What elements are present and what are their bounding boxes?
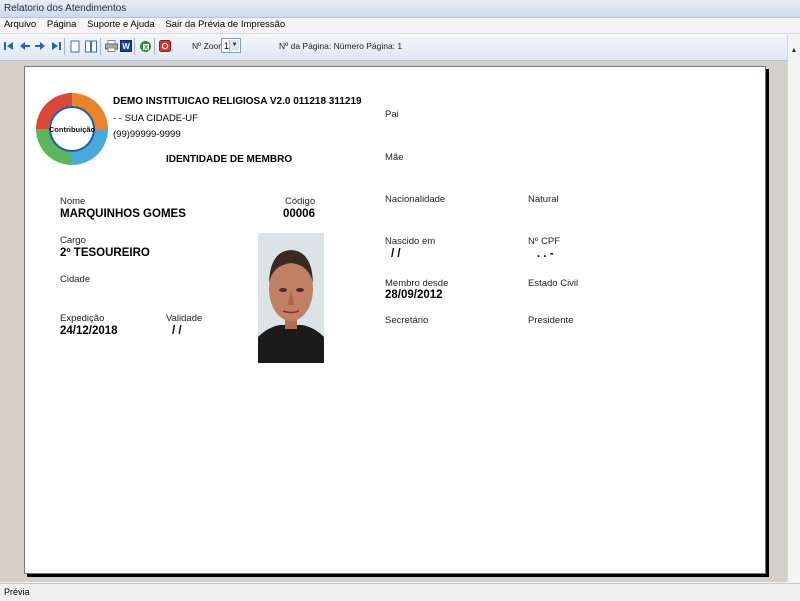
cargo-label: Cargo	[60, 235, 86, 246]
menu-bar: Arquivo Página Suporte e Ajuda Sair da P…	[0, 18, 800, 34]
pdf-export-icon[interactable]	[158, 39, 172, 53]
menu-pagina[interactable]: Página	[43, 18, 81, 32]
window-title: Relatorio dos Atendimentos	[0, 0, 800, 18]
expedicao-label: Expedição	[60, 313, 105, 324]
estado-civil-label: Estado Civil	[528, 278, 579, 289]
logo-text: Contribuição	[49, 125, 96, 134]
presidente-label: Presidente	[528, 315, 574, 326]
membro-desde-value: 28/09/2012	[385, 289, 443, 301]
prev-page-icon[interactable]	[18, 39, 32, 53]
page-info: Nº da Página: Número Página: 1	[279, 41, 403, 51]
chevron-down-icon[interactable]: ▼	[229, 40, 239, 51]
next-page-icon[interactable]	[33, 39, 47, 53]
codigo-value: 00006	[283, 208, 315, 220]
codigo-label: Código	[285, 196, 316, 207]
cpf-value: . . -	[537, 248, 554, 260]
toolbar: W X Nº Zoom 1 ▼ Nº da Página: Número Pág…	[0, 34, 800, 61]
excel-export-icon[interactable]: X	[138, 39, 152, 53]
validade-value: / /	[172, 325, 182, 337]
nacionalidade-label: Nacionalidade	[385, 194, 446, 205]
expedicao-value: 24/12/2018	[60, 325, 118, 337]
cidade-label: Cidade	[60, 274, 91, 285]
scroll-up-icon[interactable]: ▲	[789, 45, 799, 57]
nascido-value: / /	[391, 248, 401, 260]
svg-text:X: X	[143, 45, 147, 51]
menu-arquivo[interactable]: Arquivo	[0, 18, 40, 32]
pai-label: Pai	[385, 109, 399, 120]
nome-label: Nome	[60, 196, 86, 207]
word-export-icon[interactable]: W	[119, 39, 133, 53]
nascido-label: Nascido em	[385, 236, 436, 247]
natural-label: Natural	[528, 194, 559, 205]
menu-suporte[interactable]: Suporte e Ajuda	[83, 18, 159, 32]
vertical-scrollbar[interactable]: ▲	[787, 35, 800, 582]
two-pages-icon[interactable]	[84, 39, 98, 53]
org-address: - - SUA CIDADE-UF	[113, 113, 198, 124]
secretario-label: Secretário	[385, 315, 429, 326]
cargo-value: 2º TESOUREIRO	[60, 247, 150, 259]
zoom-select[interactable]: 1 ▼	[221, 38, 241, 53]
print-icon[interactable]	[104, 39, 118, 53]
report-page: Contribuição DEMO INSTITUICAO RELIGIOSA …	[24, 66, 766, 574]
menu-sair-previa[interactable]: Sair da Prévia de Impressão	[161, 18, 289, 32]
first-page-icon[interactable]	[3, 39, 17, 53]
nome-value: MARQUINHOS GOMES	[60, 208, 186, 220]
single-page-icon[interactable]	[68, 39, 82, 53]
last-page-icon[interactable]	[48, 39, 62, 53]
preview-area: Contribuição DEMO INSTITUICAO RELIGIOSA …	[0, 61, 787, 582]
mae-label: Mãe	[385, 152, 404, 163]
member-photo	[258, 233, 324, 363]
membro-desde-label: Membro desde	[385, 278, 449, 289]
document-title: IDENTIDADE DE MEMBRO	[166, 154, 293, 165]
validade-label: Validade	[166, 313, 203, 324]
svg-text:W: W	[122, 42, 130, 51]
org-phone: (99)99999-9999	[113, 129, 181, 140]
logo-image: Contribuição	[35, 77, 113, 187]
org-name: DEMO INSTITUICAO RELIGIOSA V2.0 011218 3…	[113, 96, 362, 107]
cpf-label: Nº CPF	[528, 236, 560, 247]
status-bar: Prévia	[0, 583, 800, 600]
